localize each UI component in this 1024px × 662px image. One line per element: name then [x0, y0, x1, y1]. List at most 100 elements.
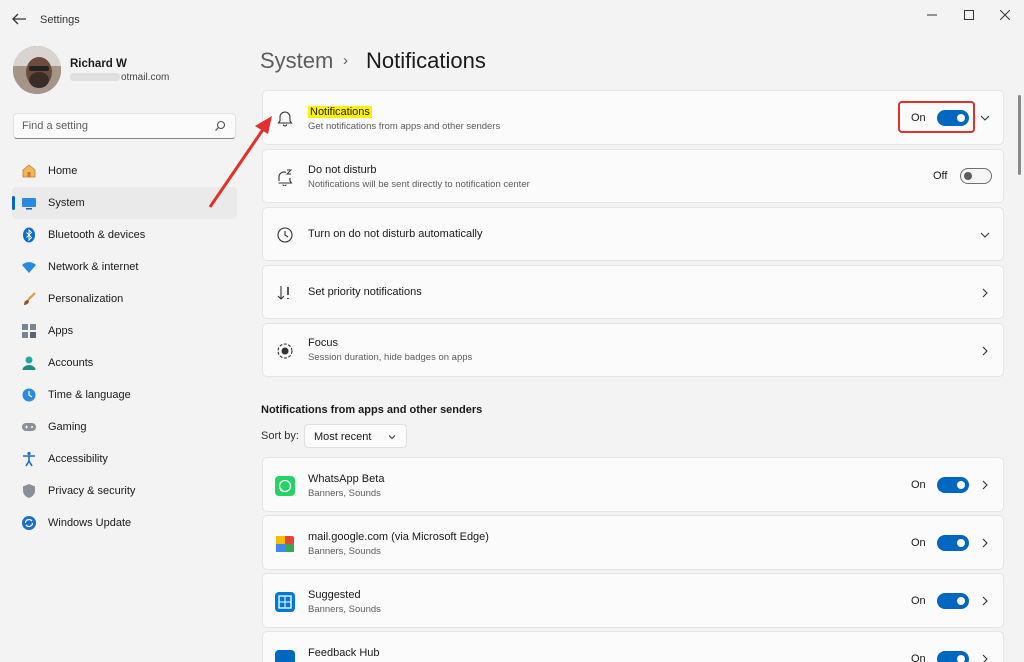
priority-title: Set priority notifications: [308, 286, 422, 298]
avatar[interactable]: [13, 46, 61, 94]
gmail-icon: [275, 534, 295, 554]
focus-setting-card[interactable]: Focus Session duration, hide badges on a…: [262, 323, 1004, 377]
whatsapp-icon: [275, 476, 295, 496]
toggle-knob: [957, 539, 965, 547]
dnd-subtitle: Notifications will be sent directly to n…: [308, 179, 530, 190]
sidebar-item-label: Accessibility: [48, 453, 108, 465]
toggle-state-label: Off: [933, 170, 948, 182]
suggested-icon: [275, 592, 295, 612]
sidebar-item-label: Accounts: [48, 357, 94, 369]
bluetooth-icon: [21, 227, 37, 243]
dnd-title: Do not disturb: [308, 164, 377, 176]
app-detail: Banners, Sounds: [308, 604, 381, 615]
sidebar-item-label: Home: [48, 165, 78, 177]
dnd-toggle[interactable]: [960, 168, 992, 184]
clock-globe-icon: [21, 387, 37, 403]
minimize-button[interactable]: [920, 6, 944, 24]
close-icon: [1000, 10, 1010, 20]
user-name: Richard W: [70, 58, 127, 70]
sidebar-item-label: System: [48, 197, 85, 209]
chevron-right-icon[interactable]: [979, 653, 991, 662]
app-row-whatsapp[interactable]: WhatsApp Beta Banners, Sounds On: [262, 457, 1004, 512]
email-redaction: [70, 73, 120, 82]
sidebar-item-network[interactable]: Network & internet: [12, 251, 237, 283]
chevron-right-icon[interactable]: [979, 537, 991, 549]
app-toggle[interactable]: [937, 535, 969, 551]
minimize-icon: [927, 14, 937, 16]
annotation-highlight-box: [898, 101, 975, 133]
sidebar-item-time-language[interactable]: Time & language: [12, 379, 237, 411]
gamepad-icon: [21, 419, 37, 435]
priority-setting-card[interactable]: Set priority notifications: [262, 265, 1004, 319]
app-row-feedback-hub[interactable]: Feedback Hub On: [262, 631, 1004, 662]
toggle-knob: [964, 172, 972, 180]
toggle-knob: [957, 655, 965, 662]
app-name: Suggested: [308, 589, 361, 601]
sidebar-item-system[interactable]: System: [12, 187, 237, 219]
sidebar-item-accessibility[interactable]: Accessibility: [12, 443, 237, 475]
sidebar-item-apps[interactable]: Apps: [12, 315, 237, 347]
search-input[interactable]: Find a setting: [13, 113, 236, 139]
sidebar-nav: Home System Bluetooth & devices Network …: [12, 155, 237, 539]
toggle-knob: [957, 481, 965, 489]
app-toggle[interactable]: [937, 593, 969, 609]
chevron-down-icon[interactable]: [979, 229, 991, 241]
title-highlight: Notifications: [308, 106, 372, 118]
toggle-state-label: On: [911, 479, 926, 491]
app-name: mail.google.com (via Microsoft Edge): [308, 531, 489, 543]
toggle-knob: [957, 597, 965, 605]
breadcrumb-separator: ›: [343, 52, 348, 69]
sidebar-item-label: Gaming: [48, 421, 87, 433]
notifications-subtitle: Get notifications from apps and other se…: [308, 121, 501, 132]
focus-subtitle: Session duration, hide badges on apps: [308, 352, 473, 363]
app-row-suggested[interactable]: Suggested Banners, Sounds On: [262, 573, 1004, 628]
sidebar-item-home[interactable]: Home: [12, 155, 237, 187]
shield-icon: [21, 483, 37, 499]
system-icon: [21, 195, 37, 211]
app-toggle[interactable]: [937, 651, 969, 662]
user-email-text: otmail.com: [121, 72, 170, 83]
sidebar-item-label: Privacy & security: [48, 485, 136, 497]
dnd-setting-card: Do not disturb Notifications will be sen…: [262, 149, 1004, 203]
update-icon: [21, 515, 37, 531]
sidebar-item-windows-update[interactable]: Windows Update: [12, 507, 237, 539]
dnd-auto-setting-card[interactable]: Turn on do not disturb automatically: [262, 207, 1004, 261]
sidebar-item-label: Windows Update: [48, 517, 132, 529]
sidebar-item-privacy[interactable]: Privacy & security: [12, 475, 237, 507]
sidebar-item-label: Bluetooth & devices: [48, 229, 146, 241]
search-icon: [215, 120, 226, 131]
home-icon: [21, 163, 37, 179]
accessibility-icon: [21, 451, 37, 467]
sidebar-item-accounts[interactable]: Accounts: [12, 347, 237, 379]
chevron-right-icon[interactable]: [979, 595, 991, 607]
close-button[interactable]: [993, 6, 1017, 24]
sidebar-item-gaming[interactable]: Gaming: [12, 411, 237, 443]
app-toggle[interactable]: [937, 477, 969, 493]
sidebar-item-label: Apps: [48, 325, 74, 337]
breadcrumb-parent[interactable]: System: [260, 48, 333, 74]
notifications-setting-card[interactable]: Notifications Get notifications from app…: [262, 90, 1004, 145]
priority-icon: [275, 283, 295, 303]
chevron-right-icon[interactable]: [979, 287, 991, 299]
app-name: WhatsApp Beta: [308, 473, 385, 485]
chevron-right-icon[interactable]: [979, 479, 991, 491]
back-arrow-icon[interactable]: [10, 11, 28, 27]
app-detail: Banners, Sounds: [308, 546, 381, 557]
user-email: otmail.com: [70, 72, 169, 83]
app-row-gmail[interactable]: mail.google.com (via Microsoft Edge) Ban…: [262, 515, 1004, 570]
app-name: Feedback Hub: [308, 647, 380, 659]
toggle-state-label: On: [911, 653, 926, 662]
bell-icon: [275, 108, 295, 128]
clock-icon: [275, 225, 295, 245]
chevron-right-icon[interactable]: [979, 345, 991, 357]
title-bar: Settings: [0, 0, 1024, 38]
sort-dropdown[interactable]: Most recent: [304, 424, 407, 448]
search-placeholder: Find a setting: [22, 120, 89, 132]
focus-icon: [275, 341, 295, 361]
toggle-state-label: On: [911, 595, 926, 607]
sidebar-item-bluetooth[interactable]: Bluetooth & devices: [12, 219, 237, 251]
scrollbar[interactable]: [1018, 95, 1021, 175]
chevron-down-icon[interactable]: [979, 112, 991, 124]
maximize-button[interactable]: [957, 6, 981, 24]
sidebar-item-personalization[interactable]: Personalization: [12, 283, 237, 315]
